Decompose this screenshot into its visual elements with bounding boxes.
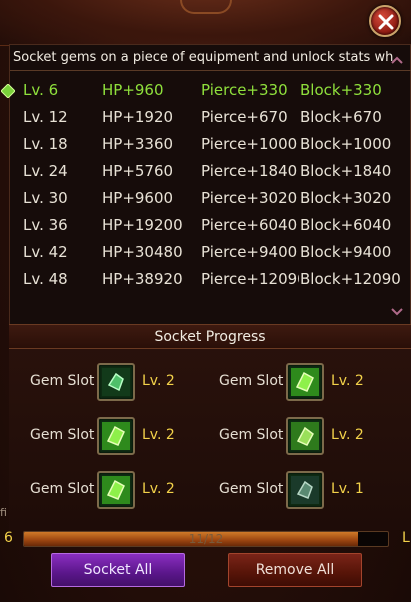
block-cell: Block+1000 <box>300 135 392 153</box>
hp-cell: HP+3360 <box>102 135 174 153</box>
gem-slot-1[interactable]: Gem Slot Lv. 2 <box>30 363 210 403</box>
progress-track: 11/12 <box>23 531 389 547</box>
hp-cell: HP+30480 <box>102 243 183 261</box>
gem-icon[interactable] <box>97 417 135 455</box>
block-cell: Block+3020 <box>300 189 392 207</box>
scroll-up-icon[interactable] <box>390 55 404 65</box>
top-ornament <box>0 0 411 46</box>
level-cell: Lv. 36 <box>23 216 68 234</box>
hp-cell: HP+5760 <box>102 162 174 180</box>
gem-slot-label: Gem Slot <box>30 427 95 443</box>
gem-slot-4[interactable]: Gem Slot Lv. 2 <box>219 417 399 457</box>
pierce-cell: Pierce+330 <box>201 81 288 99</box>
hp-cell: HP+19200 <box>102 216 183 234</box>
gem-slot-label: Gem Slot <box>219 481 284 497</box>
table-row: Lv. 48 HP+38920 Pierce+12090 Block+12090 <box>10 266 411 293</box>
celtic-knot-decoration <box>180 0 232 14</box>
gem-slot-level: Lv. 2 <box>331 427 364 443</box>
block-cell: Block+12090 <box>300 270 401 288</box>
table-row: Lv. 12 HP+1920 Pierce+670 Block+670 <box>10 104 411 131</box>
socket-progress-title: Socket Progress <box>9 325 411 349</box>
gem-slot-level: Lv. 2 <box>142 427 175 443</box>
stats-table: Lv. 6 HP+960 Pierce+330 Block+330 Lv. 12… <box>1 77 411 293</box>
next-level-label: L <box>402 530 410 546</box>
progress-text: 11/12 <box>188 532 224 546</box>
gem-slot-label: Gem Slot <box>30 373 95 389</box>
level-cell: Lv. 48 <box>23 270 68 288</box>
scroll-down-icon[interactable] <box>390 307 404 317</box>
level-cell: Lv. 24 <box>23 162 68 180</box>
pierce-cell: Pierce+12090 <box>201 270 299 288</box>
table-row: Lv. 36 HP+19200 Pierce+6040 Block+6040 <box>10 212 411 239</box>
hp-cell: HP+1920 <box>102 108 174 126</box>
gem-slot-level: Lv. 2 <box>142 373 175 389</box>
pierce-cell: Pierce+1840 <box>201 162 298 180</box>
table-row: Lv. 42 HP+30480 Pierce+9400 Block+9400 <box>10 239 411 266</box>
remove-all-button[interactable]: Remove All <box>228 553 362 587</box>
gem-slot-3[interactable]: Gem Slot Lv. 2 <box>30 417 210 457</box>
gem-slot-label: Gem Slot <box>219 373 284 389</box>
gem-icon[interactable] <box>286 471 324 509</box>
level-cell: Lv. 12 <box>23 108 68 126</box>
gem-slot-6[interactable]: Gem Slot Lv. 1 <box>219 471 399 511</box>
close-icon <box>378 14 394 30</box>
gem-slot-level: Lv. 2 <box>331 373 364 389</box>
stats-panel: Socket gems on a piece of equipment and … <box>1 44 411 326</box>
level-cell: Lv. 18 <box>23 135 68 153</box>
pierce-cell: Pierce+1000 <box>201 135 298 153</box>
gem-slot-level: Lv. 2 <box>142 481 175 497</box>
gem-slot-5[interactable]: Gem Slot Lv. 2 <box>30 471 210 511</box>
hp-cell: HP+38920 <box>102 270 183 288</box>
side-stub-text: fi <box>0 506 7 519</box>
gem-icon[interactable] <box>286 363 324 401</box>
pierce-cell: Pierce+670 <box>201 108 288 126</box>
level-cell: Lv. 30 <box>23 189 68 207</box>
level-cell: Lv. 42 <box>23 243 68 261</box>
table-row: Lv. 30 HP+9600 Pierce+3020 Block+3020 <box>10 185 411 212</box>
level-cell: Lv. 6 <box>23 81 59 99</box>
level-progress-bar: 6 11/12 L <box>0 530 411 548</box>
socket-all-button[interactable]: Socket All <box>51 553 185 587</box>
table-row: Lv. 24 HP+5760 Pierce+1840 Block+1840 <box>10 158 411 185</box>
table-row: Lv. 6 HP+960 Pierce+330 Block+330 <box>1 77 411 104</box>
gem-slot-label: Gem Slot <box>30 481 95 497</box>
gem-icon[interactable] <box>97 471 135 509</box>
hp-cell: HP+960 <box>102 81 164 99</box>
hp-cell: HP+9600 <box>102 189 174 207</box>
gem-socket-window: Socket gems on a piece of equipment and … <box>0 0 411 602</box>
gem-slot-label: Gem Slot <box>219 427 284 443</box>
description-text: Socket gems on a piece of equipment and … <box>10 45 411 71</box>
pierce-cell: Pierce+9400 <box>201 243 298 261</box>
current-level-number: 6 <box>4 530 13 546</box>
current-level-diamond-icon <box>1 84 15 98</box>
pierce-cell: Pierce+6040 <box>201 216 298 234</box>
block-cell: Block+9400 <box>300 243 392 261</box>
gem-slot-level: Lv. 1 <box>331 481 364 497</box>
block-cell: Block+330 <box>300 81 382 99</box>
table-row: Lv. 18 HP+3360 Pierce+1000 Block+1000 <box>10 131 411 158</box>
socket-progress-panel: Socket Progress Gem Slot Lv. 2 Gem Slot … <box>9 324 411 530</box>
gem-icon[interactable] <box>286 417 324 455</box>
gem-icon[interactable] <box>97 363 135 401</box>
close-button[interactable] <box>369 5 401 37</box>
block-cell: Block+1840 <box>300 162 392 180</box>
block-cell: Block+670 <box>300 108 382 126</box>
pierce-cell: Pierce+3020 <box>201 189 298 207</box>
gem-slot-2[interactable]: Gem Slot Lv. 2 <box>219 363 399 403</box>
block-cell: Block+6040 <box>300 216 392 234</box>
